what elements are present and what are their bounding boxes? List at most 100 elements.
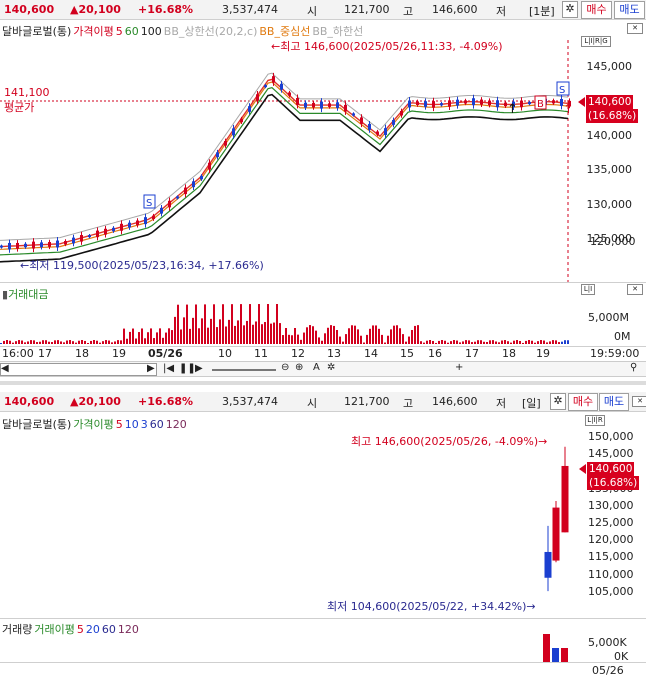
ma-label[interactable]: 가격이평 (73, 25, 113, 38)
close-icon[interactable]: ✕ (627, 23, 643, 34)
volume-bar (27, 341, 29, 344)
volume-bar (135, 338, 137, 344)
scroll-right-icon[interactable]: ▶ (147, 363, 155, 374)
sell-button[interactable]: 매도 (599, 393, 629, 411)
bookmark-icon[interactable]: ⚲ (630, 362, 637, 373)
volume-bar (510, 342, 512, 344)
volume-bar (489, 340, 491, 344)
volume-bar (531, 340, 533, 344)
gear-icon[interactable]: ✲ (550, 393, 566, 410)
volume-bar (393, 325, 395, 344)
volume-bar (48, 341, 50, 344)
volume-bar (465, 340, 467, 344)
volume-bar (75, 342, 77, 344)
lir-toggle-icon[interactable]: L|I|R (585, 415, 605, 426)
zoom-slider[interactable] (212, 369, 276, 371)
volume-bar (78, 340, 80, 344)
volume-bar (339, 336, 341, 344)
volume-bar (57, 340, 59, 344)
volume-bar (318, 337, 320, 344)
ma100-label[interactable]: 100 (141, 25, 162, 38)
period-selector[interactable]: [일] (522, 395, 541, 411)
volume-bar (555, 340, 557, 344)
close-icon[interactable]: ✕ (627, 284, 643, 295)
ma60-line (0, 87, 569, 256)
candle-body (456, 99, 459, 106)
volume-bar (204, 304, 206, 344)
candle-body (552, 507, 560, 561)
sell-button[interactable]: 매도 (614, 1, 645, 19)
top-quote-header: 140,600 ▲20,100 +16.68% 3,537,474 시 121,… (0, 0, 646, 20)
buy-button[interactable]: 매수 (581, 1, 612, 19)
bb-mid-label[interactable]: BB_중심선 (259, 25, 310, 38)
candle-body (464, 100, 467, 104)
candle-body (48, 242, 51, 247)
volume-bar (297, 334, 299, 344)
candle-body (40, 242, 43, 248)
candle-body (496, 100, 499, 108)
volume-bar (228, 319, 230, 344)
bb-upper-label[interactable]: BB_상한선(20,2,c) (164, 25, 258, 38)
volume-bar (360, 335, 362, 344)
volume-bar (162, 337, 164, 344)
volume-bar (345, 334, 347, 344)
volume-bar (417, 325, 419, 344)
volume-bar (411, 329, 413, 344)
close-icon[interactable]: ✕ (632, 396, 646, 407)
volume-bar (222, 304, 224, 344)
candle-body (0, 245, 3, 248)
volume-bar (114, 341, 116, 344)
lr-toggle-icon[interactable]: L|I (581, 284, 595, 295)
ma60-label[interactable]: 60 (125, 25, 139, 38)
candle-body (392, 119, 395, 125)
volume-bar (348, 328, 350, 344)
volume-axis-zero: 0M (614, 330, 631, 343)
volume-bar (567, 340, 569, 344)
volume-bar (102, 341, 104, 344)
candle-body (16, 242, 19, 249)
ma5-label[interactable]: 5 (116, 25, 123, 38)
volume-bar (309, 325, 311, 344)
candle-body (88, 235, 91, 238)
gear-icon[interactable]: ✲ (562, 1, 578, 18)
zoom-in-icon[interactable]: ⊕ (295, 362, 303, 373)
volume-bar (480, 340, 482, 344)
zoom-out-icon[interactable]: ⊖ (281, 362, 289, 373)
volume-bar (201, 318, 203, 344)
volume-bar (234, 325, 236, 344)
volume-bar (549, 341, 551, 344)
bb-lower-label[interactable]: BB_하한선 (312, 25, 363, 38)
stock-name[interactable]: 달바글로벌(통) (2, 25, 71, 38)
text-tool-icon[interactable]: A (313, 362, 320, 373)
horizontal-scrollbar[interactable] (0, 363, 157, 376)
pause-icon[interactable]: ❚❚ (179, 363, 196, 374)
first-icon[interactable]: |◀ (163, 363, 174, 374)
candle-body (288, 92, 291, 96)
bottom-price-chart[interactable] (0, 430, 580, 615)
candle-body (104, 228, 107, 235)
volume-bar (492, 340, 494, 344)
candle-body (56, 240, 59, 248)
volume-bar (369, 328, 371, 344)
candle-body (96, 230, 99, 238)
crosshair-icon[interactable]: + (455, 362, 463, 373)
volume-bar (18, 340, 20, 344)
play-icon[interactable]: ▶ (195, 363, 203, 374)
scroll-left-icon[interactable]: ◀ (1, 363, 9, 374)
lir-toggle-icon[interactable]: L|I|R|G (581, 36, 611, 47)
buy-button[interactable]: 매수 (568, 393, 598, 411)
price-axis-tick: 115,000 (588, 550, 634, 564)
volume-bar (252, 324, 254, 344)
volume-bar (111, 342, 113, 344)
volume-bar (294, 328, 296, 344)
volume-bar (213, 304, 215, 344)
volume-bar (381, 334, 383, 344)
period-selector[interactable]: [1분] (529, 3, 555, 19)
volume-bar (33, 340, 35, 344)
top-price-chart[interactable]: S S B ↑ ↑ (0, 40, 580, 282)
volume-bar (276, 304, 278, 344)
volume-bar (153, 338, 155, 344)
settings-icon[interactable]: ✲ (327, 362, 335, 373)
volume-bar (63, 342, 65, 344)
candle-body (112, 227, 115, 232)
